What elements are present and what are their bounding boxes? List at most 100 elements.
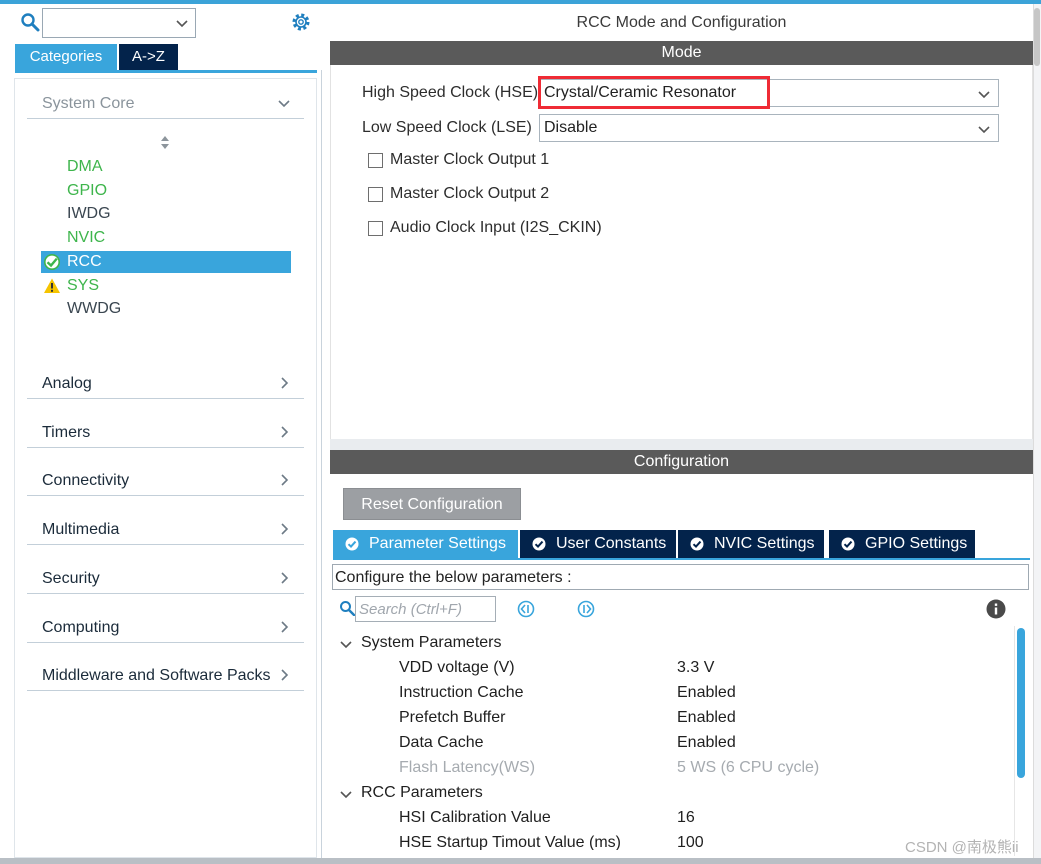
lse-label: Low Speed Clock (LSE) [362,119,532,136]
category-label: Middleware and Software Packs [42,667,271,684]
chevron-down-icon[interactable] [978,123,990,135]
check-circle-icon [44,254,60,270]
next-match-icon[interactable] [577,600,595,618]
tab-a-to-z[interactable]: A->Z [119,44,178,70]
parameter-search-input[interactable]: Search (Ctrl+F) [355,596,496,622]
panel-title: RCC Mode and Configuration [330,4,1033,42]
hse-label: High Speed Clock (HSE) [362,84,539,101]
param-row[interactable]: Data Cache Enabled [399,733,999,755]
configuration-area: Reset Configuration Parameter Settings U… [330,474,1033,860]
chevron-down-icon[interactable] [340,788,352,800]
chevron-right-icon [281,426,289,438]
sidebar-item-dma[interactable]: DMA [41,156,291,178]
tab-nvic-settings[interactable]: NVIC Settings [678,530,824,558]
category-multimedia[interactable]: Multimedia [27,513,304,545]
tab-label: NVIC Settings [714,535,815,552]
chevron-down-icon[interactable] [978,88,990,100]
sort-arrows-icon[interactable] [159,135,171,151]
param-name: HSI Calibration Value [399,809,551,826]
chevron-down-icon[interactable] [176,17,188,29]
peripheral-label: DMA [67,158,103,175]
category-label: Timers [42,424,91,441]
peripheral-label: GPIO [67,182,108,199]
param-name: Prefetch Buffer [399,709,506,726]
gear-icon[interactable] [290,11,312,33]
param-row[interactable]: Instruction Cache Enabled [399,683,999,705]
mode-area: High Speed Clock (HSE) Crystal/Ceramic R… [330,65,1033,439]
checkbox-label: Master Clock Output 2 [390,185,550,202]
param-value[interactable]: 100 [677,834,704,850]
tab-label: Parameter Settings [369,535,506,552]
configure-description: Configure the below parameters : [332,564,1029,590]
previous-match-icon[interactable] [517,600,535,618]
category-list: System Core DMA GPIO IWDG NVIC RCC SYS W… [14,78,317,858]
param-value: 5 WS (6 CPU cycle) [677,759,820,776]
category-label: Multimedia [42,521,120,538]
tab-label: User Constants [556,535,667,552]
category-label: Computing [42,619,120,636]
reset-configuration-button[interactable]: Reset Configuration [343,488,521,520]
param-row[interactable]: VDD voltage (V) 3.3 V [399,658,999,680]
category-timers[interactable]: Timers [27,416,304,448]
category-middleware[interactable]: Middleware and Software Packs [27,659,304,691]
search-icon[interactable] [339,600,355,616]
audio-clock-checkbox[interactable] [368,221,383,236]
category-computing[interactable]: Computing [27,611,304,643]
bottom-border [0,858,1041,864]
param-value[interactable]: Enabled [677,684,736,702]
param-row[interactable]: HSI Calibration Value 16 [399,808,999,830]
configure-text: Configure the below parameters : [335,569,572,586]
check-circle-icon [532,537,546,551]
param-value[interactable]: Enabled [677,709,736,727]
group-label: RCC Parameters [361,784,483,801]
sidebar-item-nvic[interactable]: NVIC [41,227,291,249]
tab-gpio-settings[interactable]: GPIO Settings [829,530,975,558]
left-toolbar: Categories A->Z [0,4,322,73]
param-name: HSE Startup Timout Value (ms) [399,834,621,850]
category-analog[interactable]: Analog [27,367,304,399]
search-combo[interactable] [42,8,196,38]
lse-select-value: Disable [544,119,598,136]
peripheral-label: IWDG [67,205,111,222]
checkbox-label: Audio Clock Input (I2S_CKIN) [390,219,602,236]
mco2-checkbox[interactable] [368,187,383,202]
configuration-header: Configuration [330,450,1033,474]
category-connectivity[interactable]: Connectivity [27,464,304,496]
mode-header: Mode [330,41,1033,65]
scrollbar-thumb[interactable] [1017,628,1025,778]
left-panel: Categories A->Z System Core DMA GPIO IWD… [0,4,322,860]
lse-select[interactable]: Disable [539,114,999,142]
tab-user-constants[interactable]: User Constants [520,530,676,558]
param-value[interactable]: 16 [677,809,695,827]
sidebar-item-gpio[interactable]: GPIO [41,180,291,202]
chevron-down-icon[interactable] [340,638,352,650]
tab-categories[interactable]: Categories [15,44,117,70]
param-row[interactable]: Prefetch Buffer Enabled [399,708,999,730]
chevron-right-icon [281,572,289,584]
chevron-right-icon [281,474,289,486]
sidebar-item-sys[interactable]: SYS [41,275,291,297]
outer-scrollbar[interactable] [1033,4,1041,860]
param-value[interactable]: 3.3 V [677,659,714,677]
sidebar-item-iwdg[interactable]: IWDG [41,203,291,225]
param-value[interactable]: Enabled [677,734,736,752]
watermark: CSDN @南极熊ii [905,839,1019,856]
sidebar-item-rcc[interactable]: RCC [41,251,291,273]
sidebar-item-wwdg[interactable]: WWDG [41,298,291,320]
peripheral-label: SYS [67,277,100,294]
tab-parameter-settings[interactable]: Parameter Settings [333,530,518,558]
vertical-scrollbar[interactable] [1014,626,1028,856]
info-icon[interactable] [986,599,1006,619]
highlight-box [538,76,770,109]
tab-label: GPIO Settings [865,535,968,552]
chevron-down-icon [278,100,290,108]
search-icon[interactable] [20,12,40,32]
category-security[interactable]: Security [27,562,304,594]
splitter[interactable] [330,439,1033,450]
mco1-checkbox[interactable] [368,153,383,168]
parameter-tree: System Parameters VDD voltage (V) 3.3 V … [330,630,1020,850]
tabs-underline [333,558,1030,560]
chevron-right-icon [281,621,289,633]
category-system-core[interactable]: System Core [27,87,304,119]
outer-scrollbar-thumb[interactable] [1034,8,1040,66]
